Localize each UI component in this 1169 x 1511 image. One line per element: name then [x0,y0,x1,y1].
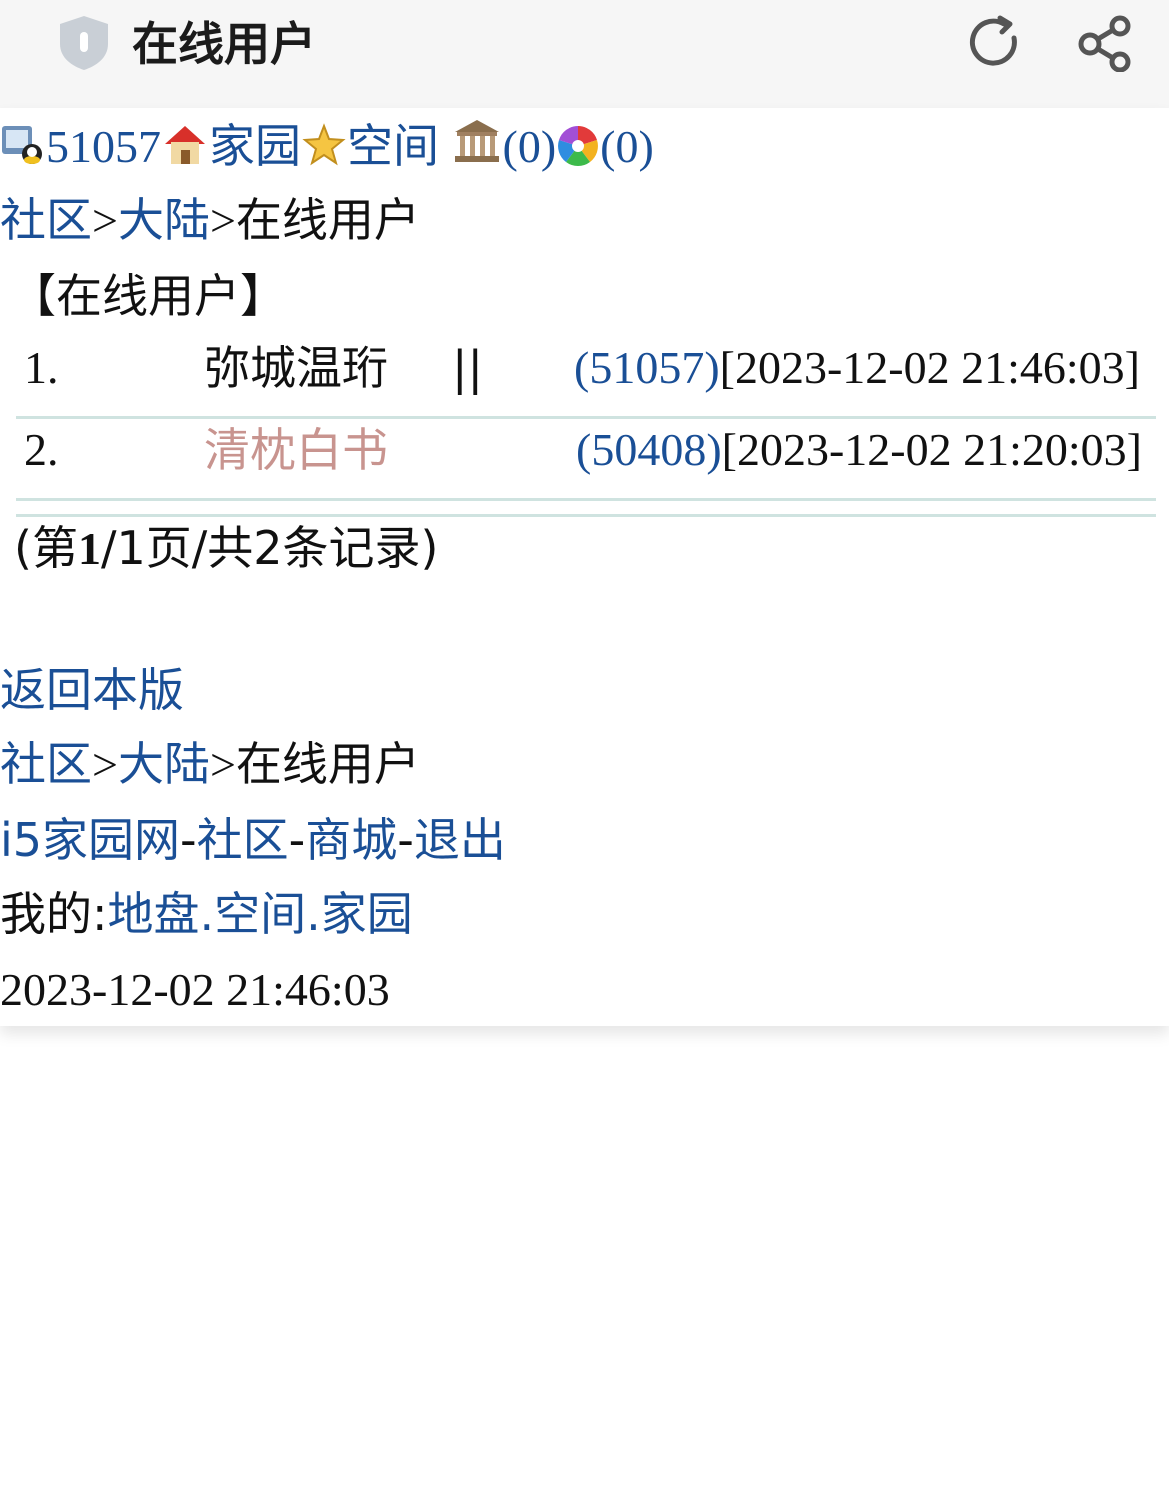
breadcrumb-sep: > [209,195,236,246]
my-dot: . [199,887,215,941]
my-links: 我的:地盘.空间.家园 [0,884,413,944]
footer-breadcrumb-current: 在线用户 [235,737,420,791]
back-to-board-link[interactable]: 返回本版 [0,663,184,717]
page-title: 在线用户 [132,17,316,71]
table-row: 2. 清枕白书 (50408)[2023-12-02 21:20:03] [16,418,1156,501]
home-icon [165,126,205,164]
community-link[interactable]: 社区 [197,813,289,867]
share-icon[interactable] [1076,14,1134,72]
my-dot: . [306,887,321,941]
my-space-link[interactable]: 空间 [214,887,306,941]
user-bar: 51057 家园 空间 (0) (0) [0,116,654,177]
breadcrumb-community[interactable]: 社区 [0,193,92,247]
footer-nav: i5家园网-社区-商城-退出 [0,810,506,870]
footer-breadcrumb-community[interactable]: 社区 [0,737,92,791]
back-link-line: 返回本版 [0,660,184,720]
user-id-link[interactable]: 51057 [46,121,161,172]
nav-dash: - [288,813,306,867]
breadcrumb-sep: > [92,195,118,246]
breadcrumb-current: 在线用户 [235,193,420,247]
user-info: (50408)[2023-12-02 21:20:03] [576,420,1142,480]
breadcrumb-mainland[interactable]: 大陆 [118,193,210,247]
home-link[interactable]: 家园 [209,119,301,173]
pager-prefix: (第 [14,521,78,575]
user-id-link[interactable]: (50408) [576,424,722,475]
my-label: 我的: [0,887,108,941]
current-timestamp: 2023-12-02 21:46:03 [0,964,390,1015]
app-bar: 在线用户 [0,0,1169,108]
user-id-link[interactable]: (51057) [574,342,720,393]
divider [16,514,1156,517]
space-link[interactable]: 空间 [347,119,439,173]
online-time: [2023-12-02 21:20:03] [721,424,1142,475]
color-count-link[interactable]: (0) [600,121,654,172]
online-time: [2023-12-02 21:46:03] [719,342,1140,393]
site-home-link[interactable]: i5家园网 [0,813,180,867]
star-icon [302,123,346,166]
color-wheel-icon [558,126,599,166]
pager: (第1/1页/共2条记录) [14,518,438,579]
footer-breadcrumb-mainland[interactable]: 大陆 [118,737,210,791]
row-index: 1. [24,342,59,393]
nav-dash: - [397,813,414,867]
pager-current: 1 [77,523,101,574]
bank-count-link[interactable]: (0) [503,121,557,172]
bank-icon [454,120,499,162]
my-home-link[interactable]: 家园 [321,887,413,941]
refresh-icon[interactable] [966,14,1024,72]
footer-breadcrumb: 社区>大陆>在线用户 [0,734,420,795]
pager-rest: /1页/共2条记录) [100,521,439,575]
row-separator: || [452,341,483,395]
row-index: 2. [24,424,59,475]
mall-link[interactable]: 商城 [305,813,397,867]
my-land-link[interactable]: 地盘 [108,887,200,941]
table-row: 1. 弥城温珩 || (51057)[2023-12-02 21:46:03] [16,336,1156,419]
nav-dash: - [180,813,197,867]
logout-link[interactable]: 退出 [414,813,506,867]
user-name: 清枕白书 [204,423,388,477]
breadcrumb-sep: > [209,739,236,790]
breadcrumb: 社区>大陆>在线用户 [0,190,420,251]
shield-icon[interactable] [56,14,112,72]
section-title: 【在线用户】 [10,269,286,323]
qq-user-icon[interactable] [0,122,46,168]
breadcrumb-sep: > [92,739,118,790]
content-area: 51057 家园 空间 (0) (0) 社区>大陆>在线用户 【在线用户】 1.… [0,108,1169,1026]
user-info: (51057)[2023-12-02 21:46:03] [574,338,1140,398]
user-name: 弥城温珩 [204,341,388,395]
